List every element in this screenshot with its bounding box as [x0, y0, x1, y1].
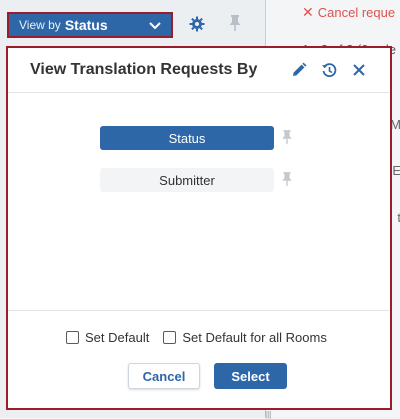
- chevron-down-icon: [149, 18, 161, 33]
- option-submitter-button[interactable]: Submitter: [100, 168, 274, 192]
- gear-icon[interactable]: [189, 16, 205, 37]
- set-default-all-rooms-label: Set Default for all Rooms: [182, 330, 327, 345]
- dialog-header: View Translation Requests By: [8, 48, 390, 93]
- close-icon[interactable]: [350, 61, 368, 79]
- close-icon: ✕: [302, 4, 314, 20]
- pin-icon[interactable]: [281, 171, 293, 190]
- cancel-button[interactable]: Cancel: [128, 363, 200, 389]
- cancel-requests-link[interactable]: ✕ Cancel reque: [302, 4, 395, 21]
- dialog-title: View Translation Requests By: [30, 61, 258, 78]
- view-by-value: Status: [64, 17, 108, 33]
- history-icon[interactable]: [320, 61, 338, 79]
- resize-handle[interactable]: |||: [265, 410, 271, 419]
- pencil-icon[interactable]: [290, 61, 308, 79]
- view-by-dialog: View Translation Requests By Status Subm…: [6, 46, 392, 410]
- option-row-submitter: Submitter: [100, 168, 320, 192]
- pin-icon[interactable]: [281, 129, 293, 148]
- option-row-status: Status: [100, 126, 320, 150]
- select-button[interactable]: Select: [214, 363, 287, 389]
- option-status-button[interactable]: Status: [100, 126, 274, 150]
- set-default-all-rooms-checkbox[interactable]: Set Default for all Rooms: [163, 330, 327, 345]
- checkbox-box[interactable]: [66, 331, 79, 344]
- checkbox-box[interactable]: [163, 331, 177, 344]
- dialog-footer: Set Default Set Default for all Rooms Ca…: [8, 310, 390, 408]
- set-default-checkbox[interactable]: Set Default: [66, 330, 149, 345]
- view-by-dropdown[interactable]: View by Status: [7, 12, 173, 38]
- set-default-label: Set Default: [85, 330, 150, 345]
- pin-icon[interactable]: [228, 14, 242, 35]
- view-by-label: View by: [19, 18, 61, 32]
